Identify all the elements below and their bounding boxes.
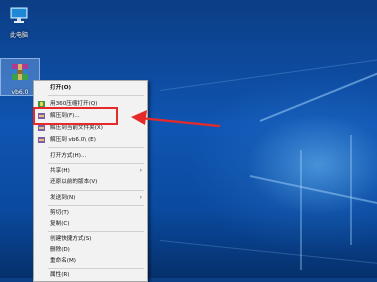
annotation-arrow-icon	[131, 110, 221, 128]
